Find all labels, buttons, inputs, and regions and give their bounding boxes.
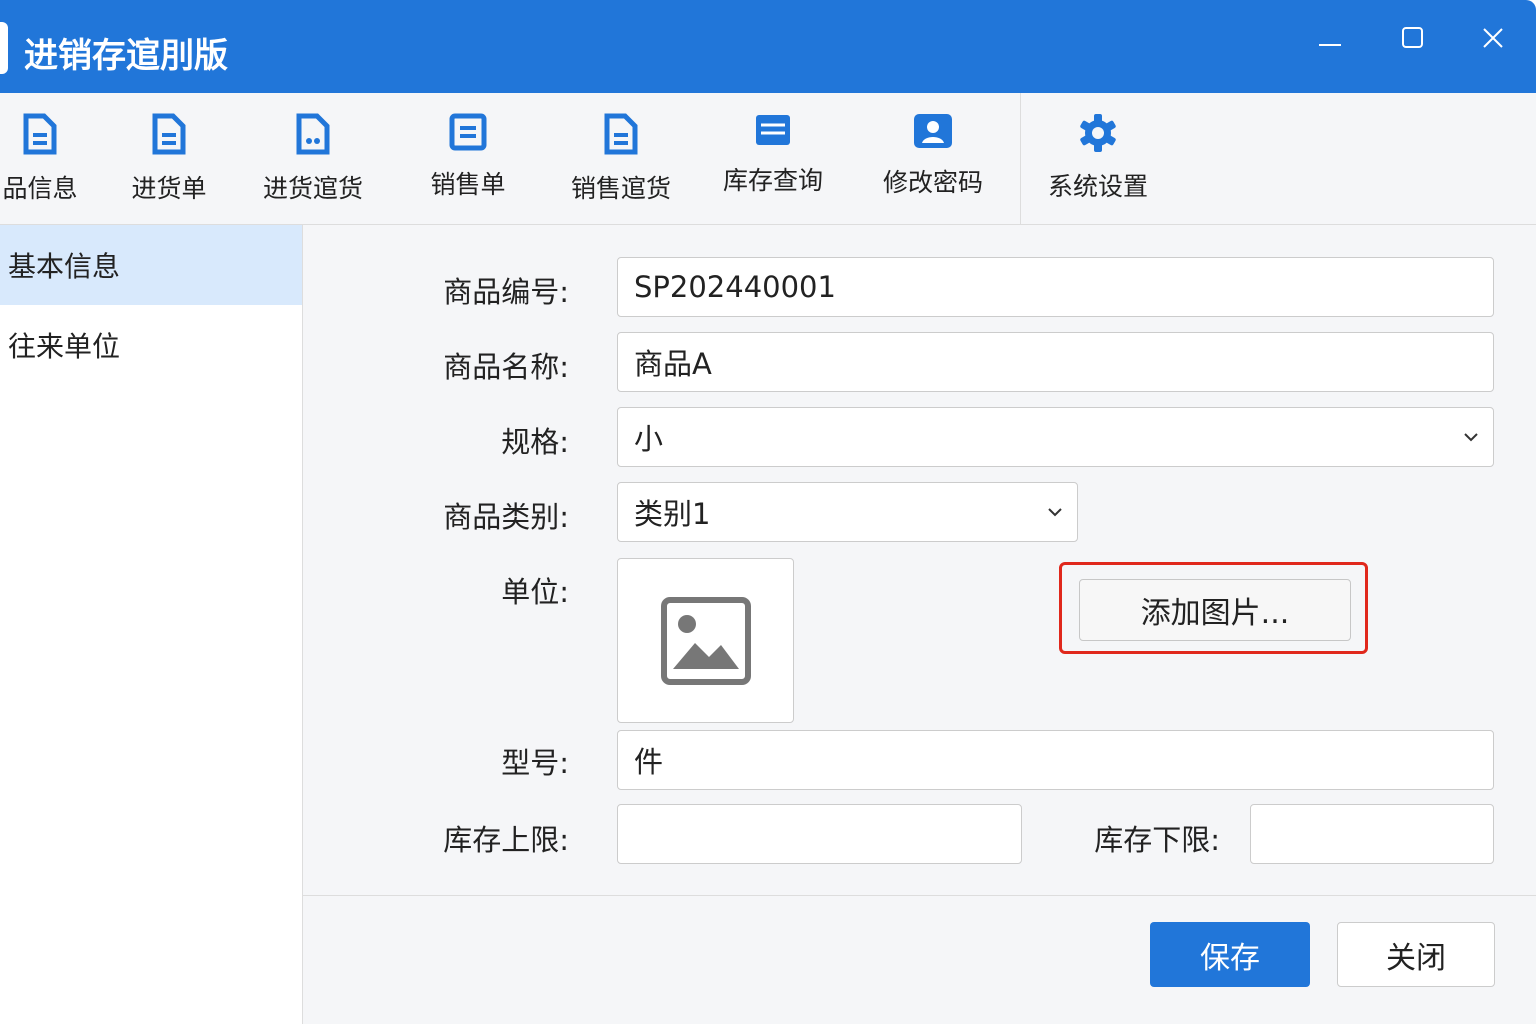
close-window-button[interactable] <box>1473 18 1513 58</box>
image-preview <box>617 558 794 723</box>
toolbar-divider <box>1020 93 1021 225</box>
toolbar-product-info[interactable]: 品信息 <box>0 113 105 205</box>
toolbar: 品信息 进货单 进货逭货 销售单 销售逭货 库存查询 修改密码 系统设置 <box>0 93 1536 225</box>
min-stock-label: 库存下限: <box>1094 823 1220 857</box>
toolbar-change-password[interactable]: 修改密码 <box>868 113 998 199</box>
product-form: 商品编号: SP202440001 商品名称: 商品A 规格: 小 商品类别: … <box>303 225 1536 895</box>
footer: 保存 关闭 <box>303 895 1536 1024</box>
image-icon <box>660 596 751 685</box>
model-label: 型号: <box>501 746 569 780</box>
close-button[interactable]: 关闭 <box>1337 922 1495 987</box>
window-title: 进销存逭刖版 <box>24 36 228 76</box>
maximize-button[interactable] <box>1393 18 1433 58</box>
app-logo <box>0 22 8 74</box>
document-icon <box>152 113 186 155</box>
spec-select[interactable]: 小 <box>617 407 1494 467</box>
toolbar-inventory-query[interactable]: 库存查询 <box>708 113 838 197</box>
list-icon <box>449 113 487 151</box>
sidebar: 基本信息 往来单位 <box>0 225 303 1024</box>
add-image-button[interactable]: 添加图片... <box>1079 579 1351 641</box>
toolbar-sales-return[interactable]: 销售逭货 <box>556 113 686 205</box>
toolbar-purchase-return[interactable]: 进货逭货 <box>248 113 378 205</box>
sidebar-item-basic-info[interactable]: 基本信息 <box>0 225 302 305</box>
unit-label: 单位: <box>501 575 569 609</box>
code-label: 商品编号: <box>443 275 569 309</box>
toolbar-sales-order[interactable]: 销售单 <box>403 113 533 201</box>
toolbar-purchase-order[interactable]: 进货单 <box>104 113 234 205</box>
return-document-icon <box>296 113 330 155</box>
chevron-down-icon <box>1048 508 1062 517</box>
table-icon <box>756 115 790 145</box>
spec-label: 规格: <box>501 425 569 459</box>
title-bar: 进销存逭刖版 <box>0 0 1536 93</box>
document-icon <box>23 113 57 155</box>
product-name-input[interactable]: 商品A <box>617 332 1494 392</box>
sidebar-item-partners[interactable]: 往来单位 <box>0 305 302 385</box>
min-stock-input[interactable] <box>1250 804 1494 864</box>
toolbar-settings[interactable]: 系统设置 <box>1033 113 1163 203</box>
name-label: 商品名称: <box>443 350 569 384</box>
chevron-down-icon <box>1464 433 1478 442</box>
max-stock-label: 库存上限: <box>443 823 569 857</box>
save-button[interactable]: 保存 <box>1150 922 1310 987</box>
document-icon <box>604 113 638 155</box>
spec-value: 小 <box>634 422 664 456</box>
gear-icon <box>1080 114 1116 152</box>
category-value: 类别1 <box>634 497 711 531</box>
user-icon <box>914 114 952 148</box>
model-input[interactable]: 件 <box>617 730 1494 790</box>
category-label: 商品类别: <box>443 500 569 534</box>
category-select[interactable]: 类别1 <box>617 482 1078 542</box>
minimize-button[interactable] <box>1310 18 1350 58</box>
product-code-input[interactable]: SP202440001 <box>617 257 1494 317</box>
